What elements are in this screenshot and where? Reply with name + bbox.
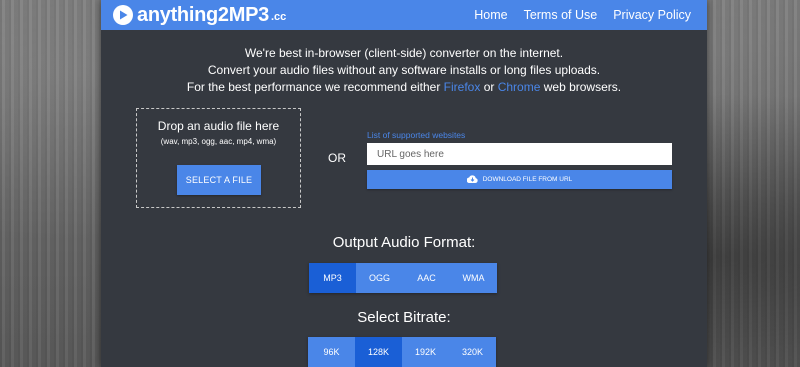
select-file-button[interactable]: SELECT A FILE xyxy=(177,165,261,195)
format-ogg-button[interactable]: OGG xyxy=(356,263,403,293)
url-download-area: List of supported websites DOWNLOAD FILE… xyxy=(367,130,672,189)
output-format-title: Output Audio Format: xyxy=(332,234,476,251)
bitrate-192k-button[interactable]: 192K xyxy=(402,337,449,367)
top-nav: Home Terms of Use Privacy Policy xyxy=(474,8,691,22)
intro-line-3-pre: For the best performance we recommend ei… xyxy=(186,80,444,94)
url-input[interactable] xyxy=(367,143,672,165)
play-icon xyxy=(113,5,133,25)
bitrate-group: 96K 128K 192K 320K xyxy=(308,337,496,367)
output-format-group: MP3 OGG AAC WMA xyxy=(309,263,497,293)
dropzone-formats: (wav, mp3, ogg, aac, mp4, wma) xyxy=(160,137,277,146)
logo[interactable]: anything2 MP3 .cc xyxy=(113,4,286,27)
file-dropzone[interactable]: Drop an audio file here (wav, mp3, ogg, … xyxy=(136,108,301,208)
download-button-label: DOWNLOAD FILE FROM URL xyxy=(482,176,573,183)
download-from-url-button[interactable]: DOWNLOAD FILE FROM URL xyxy=(367,170,672,189)
or-label: OR xyxy=(328,151,346,165)
logo-name: anything2 xyxy=(137,3,229,26)
cloud-download-icon xyxy=(466,174,478,185)
nav-privacy-policy[interactable]: Privacy Policy xyxy=(613,8,691,22)
bitrate-320k-button[interactable]: 320K xyxy=(449,337,496,367)
intro-text: We're best in-browser (client-side) conv… xyxy=(101,45,707,96)
nav-home[interactable]: Home xyxy=(474,8,507,22)
header-bar: anything2 MP3 .cc Home Terms of Use Priv… xyxy=(101,0,707,30)
format-mp3-button[interactable]: MP3 xyxy=(309,263,356,293)
intro-line-1: We're best in-browser (client-side) conv… xyxy=(244,46,564,60)
supported-websites-link[interactable]: List of supported websites xyxy=(367,130,672,140)
format-aac-button[interactable]: AAC xyxy=(403,263,450,293)
intro-line-3-post: web browsers. xyxy=(540,80,622,94)
intro-line-2: Convert your audio files without any sof… xyxy=(207,63,601,77)
dropzone-title: Drop an audio file here xyxy=(157,119,280,133)
logo-tld: .cc xyxy=(271,11,287,23)
bitrate-title: Select Bitrate: xyxy=(357,309,451,326)
bitrate-96k-button[interactable]: 96K xyxy=(308,337,355,367)
logo-name-suffix: MP3 xyxy=(228,3,270,26)
chrome-link[interactable]: Chrome xyxy=(498,80,541,94)
nav-terms-of-use[interactable]: Terms of Use xyxy=(524,8,598,22)
bitrate-128k-button[interactable]: 128K xyxy=(355,337,402,367)
format-wma-button[interactable]: WMA xyxy=(450,263,497,293)
firefox-link[interactable]: Firefox xyxy=(444,80,481,94)
intro-line-3: For the best performance we recommend ei… xyxy=(101,79,707,96)
intro-line-3-mid: or xyxy=(480,80,498,94)
app-panel: anything2 MP3 .cc Home Terms of Use Priv… xyxy=(101,0,707,367)
upload-section: Drop an audio file here (wav, mp3, ogg, … xyxy=(101,96,707,216)
